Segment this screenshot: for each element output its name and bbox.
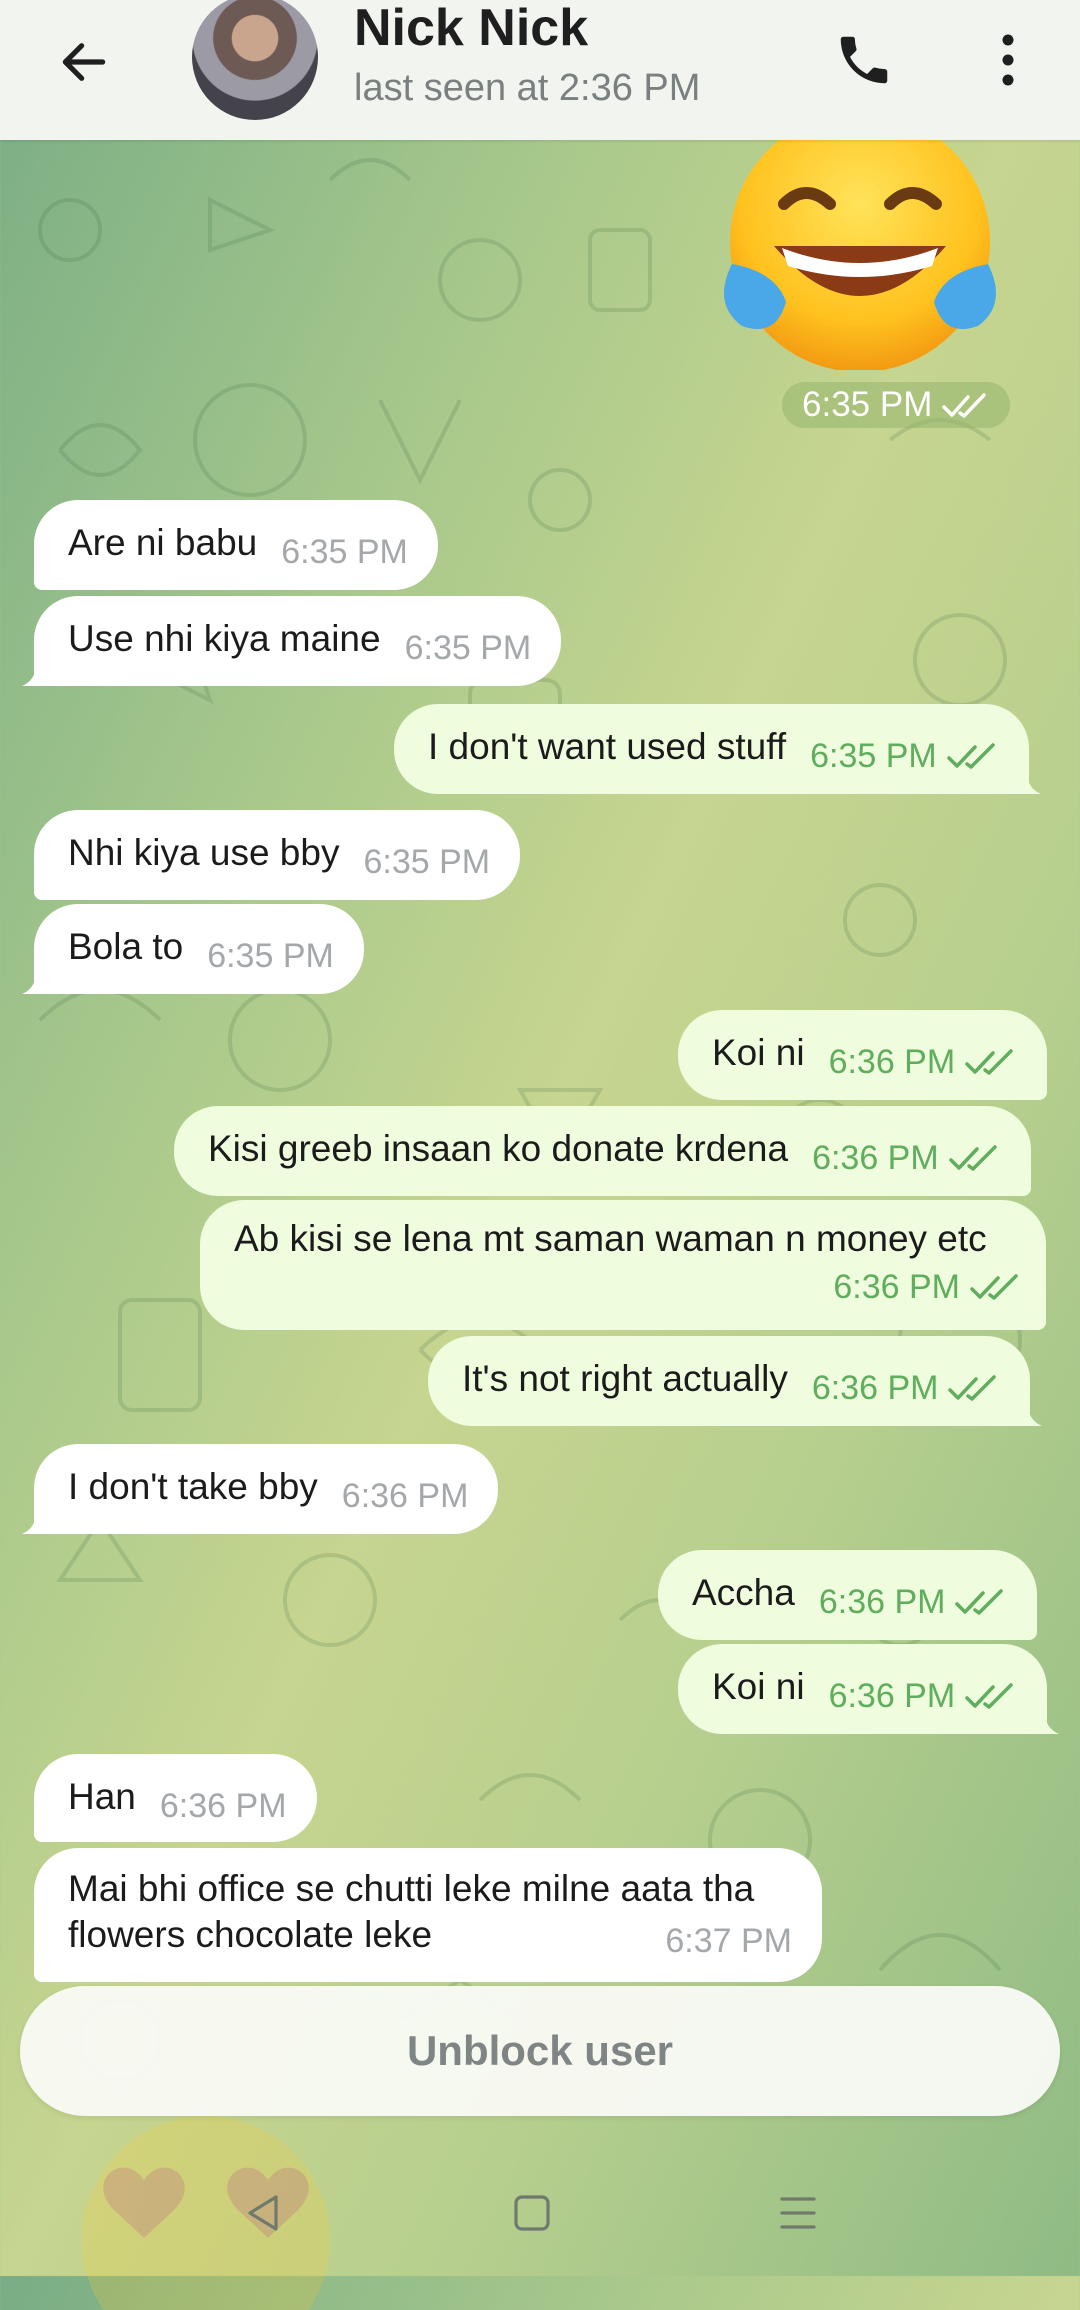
message-text: Bola to: [68, 926, 184, 967]
message-outgoing[interactable]: Kisi greeb insaan ko donate krdena 6:36 P…: [174, 1106, 1031, 1196]
message-meta: 6:35 PM: [363, 839, 490, 885]
message-text: Are ni babu: [68, 522, 258, 563]
message-time: 6:36 PM: [833, 1268, 960, 1306]
message-text: It's not right actually: [462, 1358, 788, 1399]
message-text: Koi ni: [712, 1032, 805, 1073]
message-time: 6:35 PM: [363, 843, 491, 881]
double-check-icon: [970, 1274, 1018, 1300]
message-meta: 6:36 PM: [342, 1473, 469, 1519]
nav-home-button[interactable]: [492, 2178, 572, 2248]
nav-recents-button[interactable]: [758, 2178, 838, 2248]
message-outgoing[interactable]: Accha 6:36 PM: [658, 1550, 1038, 1640]
double-check-icon: [955, 1589, 1004, 1615]
message-time: 6:36 PM: [341, 1477, 469, 1515]
phone-icon: [840, 36, 888, 84]
message-time: 6:35 PM: [281, 533, 408, 571]
more-vertical-icon: [1002, 34, 1014, 86]
message-time: 6:36 PM: [811, 1369, 939, 1407]
message-time: 6:35 PM: [207, 937, 334, 975]
double-check-icon: [942, 393, 987, 418]
message-meta: 6:35 PM: [207, 933, 334, 979]
message-meta: 6:36 PM: [812, 1365, 1001, 1411]
nav-home-icon: [514, 2195, 550, 2231]
message-time: 6:35 PM: [810, 737, 937, 775]
double-check-icon: [965, 1683, 1013, 1709]
message-time: 6:36 PM: [828, 1677, 956, 1715]
bubble-tail: [22, 1512, 44, 1534]
message-text: Han: [68, 1776, 136, 1817]
message-text: Koi ni: [712, 1666, 805, 1707]
message-text: Kisi greeb insaan ko donate krdena: [208, 1128, 789, 1169]
message-meta: 6:35 PM: [281, 529, 408, 575]
message-incoming[interactable]: Use nhi kiya maine 6:35 PM: [22, 596, 562, 686]
message-time: 6:36 PM: [818, 1583, 946, 1621]
message-meta: 6:36 PM: [812, 1135, 1001, 1181]
contact-avatar[interactable]: [192, 0, 318, 120]
message-text: Nhi kiya use bby: [68, 832, 340, 873]
laughing-emoji-sticker[interactable]: [712, 134, 1008, 370]
message-meta: 6:36 PM: [160, 1783, 287, 1829]
message-time: 6:37 PM: [665, 1922, 792, 1960]
bubble-tail: [22, 972, 44, 994]
message-meta: 6:36 PM: [234, 1264, 1022, 1310]
bubble-tail: [22, 664, 44, 686]
chat-header: Nick Nick last seen at 2:36 PM: [0, 0, 1080, 140]
message-time: 6:35 PM: [404, 629, 532, 667]
message-incoming[interactable]: I don't take bby 6:36 PM: [22, 1444, 499, 1534]
message-outgoing[interactable]: Koi ni 6:36 PM: [678, 1644, 1060, 1734]
message-outgoing[interactable]: Ab kisi se lena mt saman waman n money e…: [200, 1200, 1046, 1330]
message-meta: 6:36 PM: [819, 1579, 1008, 1625]
message-incoming[interactable]: Are ni babu 6:35 PM: [34, 500, 438, 590]
message-outgoing[interactable]: I don't want used stuff 6:35 PM: [394, 704, 1041, 794]
sticker-timestamp: 6:35 PM: [782, 382, 1011, 428]
double-check-icon: [947, 743, 995, 769]
nav-back-icon: [248, 2195, 278, 2231]
arrow-left-icon: [62, 43, 106, 81]
more-options-button[interactable]: [972, 22, 1044, 98]
back-button[interactable]: [48, 26, 120, 98]
call-button[interactable]: [826, 22, 902, 98]
message-text-line: Mai bhi office se chutti leke milne aata…: [68, 1868, 755, 1909]
double-check-icon: [948, 1375, 997, 1401]
nav-recents-icon: [780, 2197, 816, 2229]
contact-name[interactable]: Nick Nick: [354, 0, 588, 58]
message-incoming[interactable]: Han 6:36 PM: [34, 1754, 317, 1842]
message-text-line: flowers chocolate leke: [68, 1914, 433, 1955]
message-time: 6:36 PM: [159, 1787, 287, 1825]
message-outgoing[interactable]: It's not right actually 6:36 PM: [428, 1336, 1043, 1426]
message-text: Ab kisi se lena mt saman waman n money e…: [234, 1218, 987, 1259]
message-meta: 6:36 PM: [829, 1039, 1018, 1085]
last-seen-status: last seen at 2:36 PM: [354, 67, 701, 109]
bubble-tail: [1037, 1712, 1060, 1734]
sticker-time-text: 6:35 PM: [802, 385, 933, 424]
message-meta: 6:35 PM: [405, 625, 532, 671]
message-text: Use nhi kiya maine: [68, 618, 381, 659]
double-check-icon: [948, 1145, 997, 1171]
system-navigation-bar: [0, 2150, 1080, 2276]
message-time: 6:36 PM: [828, 1043, 956, 1081]
message-outgoing[interactable]: Koi ni 6:36 PM: [678, 1010, 1048, 1100]
message-time: 6:36 PM: [812, 1139, 939, 1177]
message-text: I don't take bby: [68, 1466, 318, 1507]
message-text: I don't want used stuff: [428, 726, 787, 767]
message-incoming[interactable]: Bola to 6:35 PM: [22, 904, 364, 994]
message-meta: 6:36 PM: [829, 1673, 1018, 1719]
nav-back-button[interactable]: [224, 2178, 304, 2248]
bubble-tail: [1018, 772, 1041, 794]
message-incoming[interactable]: Mai bhi office se chutti leke milne aata…: [34, 1848, 822, 1982]
double-check-icon: [965, 1049, 1013, 1075]
message-text: Accha: [692, 1572, 795, 1613]
message-meta: 6:35 PM: [810, 733, 999, 779]
bubble-tail: [1020, 1404, 1043, 1426]
message-last-line: flowers chocolate leke 6:37 PM: [68, 1912, 792, 1960]
message-incoming[interactable]: Nhi kiya use bby 6:35 PM: [34, 810, 521, 900]
unblock-user-button[interactable]: Unblock user: [20, 1986, 1060, 2116]
